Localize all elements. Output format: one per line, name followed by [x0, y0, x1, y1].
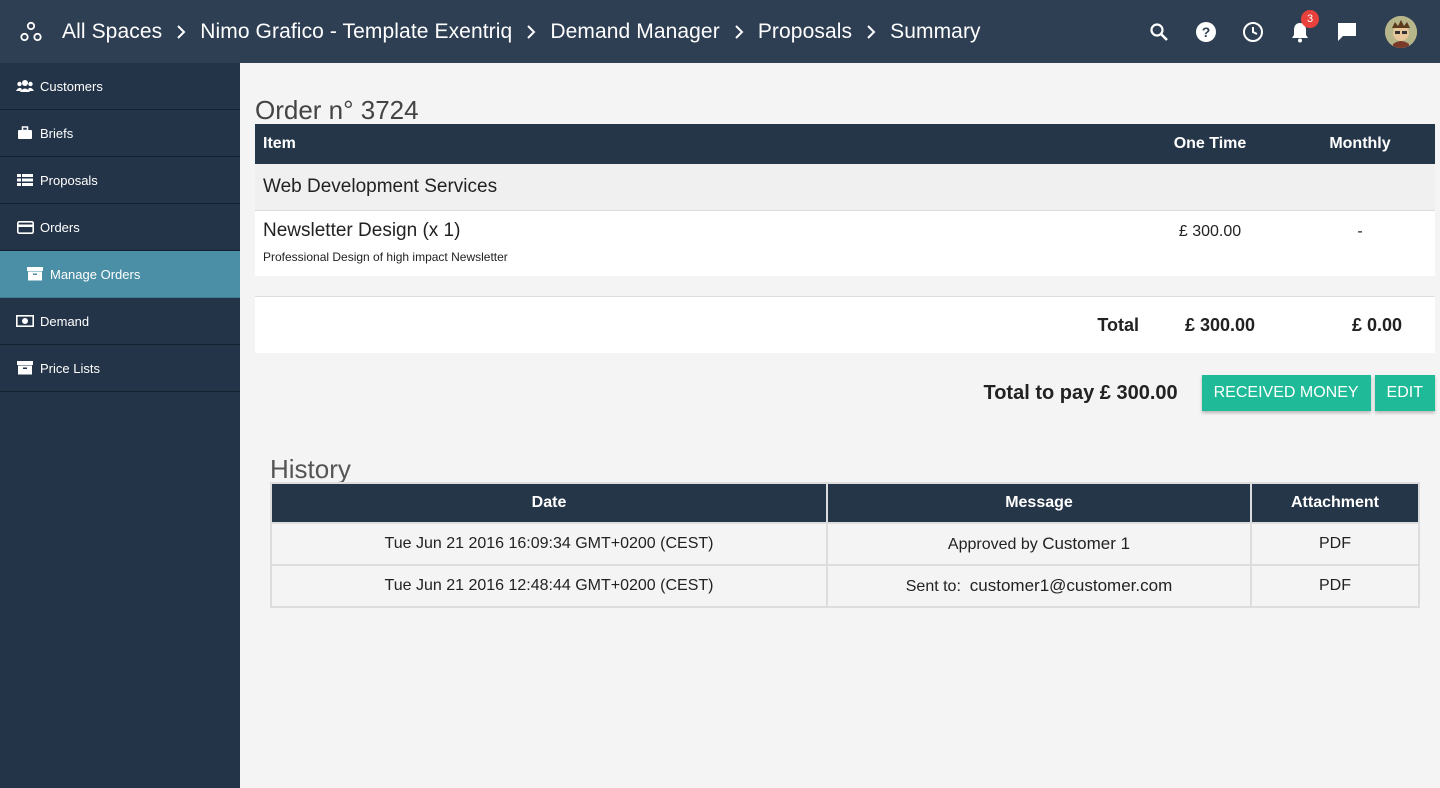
breadcrumb-space[interactable]: Nimo Grafico - Template Exentriq	[200, 20, 512, 44]
pdf-link[interactable]: PDF	[1251, 564, 1420, 607]
history-message: Sent to: customer1@customer.com	[827, 564, 1252, 607]
sidebar-item-customers[interactable]: Customers	[0, 63, 240, 110]
sidebar-item-proposals[interactable]: Proposals	[0, 157, 240, 204]
total-to-pay: Total to pay £ 300.00	[983, 381, 1178, 404]
history-date: Tue Jun 21 2016 16:09:34 GMT+0200 (CEST)	[271, 522, 828, 565]
table-row: Tue Jun 21 2016 12:48:44 GMT+0200 (CEST)…	[271, 564, 1420, 607]
chevron-right-icon	[734, 24, 744, 39]
sidebar-item-demand[interactable]: Demand	[0, 298, 240, 345]
money-icon	[16, 313, 34, 329]
history-table: Date Message Attachment Tue Jun 21 2016 …	[270, 482, 1420, 608]
message-prefix: Sent to:	[905, 578, 961, 595]
sidebar-item-orders[interactable]: Orders	[0, 204, 240, 251]
archive-icon	[26, 266, 44, 282]
spaces-logo-icon[interactable]	[0, 0, 62, 63]
message-prefix: Approved by	[947, 536, 1038, 553]
sidebar-item-label: Customers	[40, 78, 103, 94]
sidebar-item-label: Orders	[40, 219, 80, 235]
sidebar-item-label: Price Lists	[40, 360, 100, 376]
message-value: customer1@customer.com	[969, 576, 1173, 595]
column-header-date: Date	[271, 483, 828, 523]
history-message: Approved by Customer 1	[827, 522, 1252, 565]
column-header-monthly: Monthly	[1329, 135, 1391, 152]
sidebar-item-label: Briefs	[40, 125, 74, 141]
sidebar-item-label: Manage Orders	[50, 266, 141, 282]
history-date: Tue Jun 21 2016 12:48:44 GMT+0200 (CEST)	[271, 564, 828, 607]
chevron-right-icon	[866, 24, 876, 39]
notification-badge: 3	[1301, 10, 1319, 28]
breadcrumb: All Spaces Nimo Grafico - Template Exent…	[62, 20, 981, 44]
total-row: Total £ 300.00 £ 0.00	[255, 296, 1435, 353]
total-one-time: £ 300.00	[1184, 314, 1256, 335]
chevron-right-icon	[526, 24, 536, 39]
credit-card-icon	[16, 219, 34, 235]
avatar-image	[1385, 15, 1417, 48]
edit-button[interactable]: EDIT	[1374, 375, 1435, 411]
top-bar: All Spaces Nimo Grafico - Template Exent…	[0, 0, 1440, 63]
total-label: Total	[1097, 314, 1139, 335]
chat-icon[interactable]	[1323, 0, 1370, 63]
order-table-header: Item One Time Monthly	[255, 124, 1435, 164]
briefcase-icon	[16, 125, 34, 141]
column-header-message: Message	[827, 483, 1252, 523]
history-clock-icon[interactable]	[1229, 0, 1276, 63]
message-value: Customer 1	[1042, 534, 1131, 553]
section-row: Web Development Services	[255, 164, 1435, 211]
chevron-right-icon	[176, 24, 186, 39]
column-header-one-time: One Time	[1173, 135, 1247, 152]
pdf-link[interactable]: PDF	[1251, 522, 1420, 565]
svg-text:?: ?	[1201, 24, 1210, 40]
list-icon	[16, 172, 34, 188]
item-description: Professional Design of high impact Newsl…	[263, 250, 508, 264]
payment-row: Total to pay £ 300.00 RECEIVED MONEY EDI…	[983, 375, 1435, 411]
help-icon[interactable]: ?	[1182, 0, 1229, 63]
total-monthly: £ 0.00	[1351, 314, 1402, 335]
sidebar-item-label: Demand	[40, 313, 90, 329]
table-row: Newsletter Design (x 1) Professional Des…	[255, 211, 1435, 276]
item-one-time-price: £ 300.00	[1178, 223, 1242, 240]
notifications-bell-icon[interactable]: 3	[1276, 0, 1323, 63]
history-table-header: Date Message Attachment	[271, 483, 1420, 523]
item-monthly-price: -	[1357, 223, 1363, 240]
search-icon[interactable]	[1135, 0, 1182, 63]
breadcrumb-proposals[interactable]: Proposals	[758, 20, 852, 44]
item-name: Newsletter Design (x 1)	[263, 220, 461, 241]
order-table: Item One Time Monthly Web Development Se…	[255, 124, 1435, 276]
table-row: Tue Jun 21 2016 16:09:34 GMT+0200 (CEST)…	[271, 522, 1420, 565]
sidebar-item-price-lists[interactable]: Price Lists	[0, 345, 240, 392]
top-actions: ? 3	[1135, 0, 1440, 63]
order-title: Order n° 3724	[255, 95, 419, 125]
breadcrumb-demand-manager[interactable]: Demand Manager	[550, 20, 720, 44]
item-cell: Newsletter Design (x 1) Professional Des…	[255, 211, 1135, 276]
column-header-attachment: Attachment	[1251, 483, 1420, 523]
sidebar-item-manage-orders[interactable]: Manage Orders	[0, 251, 240, 298]
sidebar: Customers Briefs Proposals Orders Manage…	[0, 63, 240, 788]
archive-icon	[16, 360, 34, 376]
sidebar-item-briefs[interactable]: Briefs	[0, 110, 240, 157]
main-content: Order n° 3724 Item One Time Monthly Web …	[240, 63, 1440, 788]
users-icon	[16, 78, 34, 94]
breadcrumb-summary: Summary	[890, 19, 981, 43]
user-avatar[interactable]	[1370, 0, 1432, 63]
received-money-button[interactable]: RECEIVED MONEY	[1201, 375, 1371, 411]
history-title: History	[270, 454, 351, 484]
sidebar-item-label: Proposals	[40, 172, 98, 188]
breadcrumb-all-spaces[interactable]: All Spaces	[62, 20, 162, 44]
column-header-item: Item	[263, 135, 296, 152]
